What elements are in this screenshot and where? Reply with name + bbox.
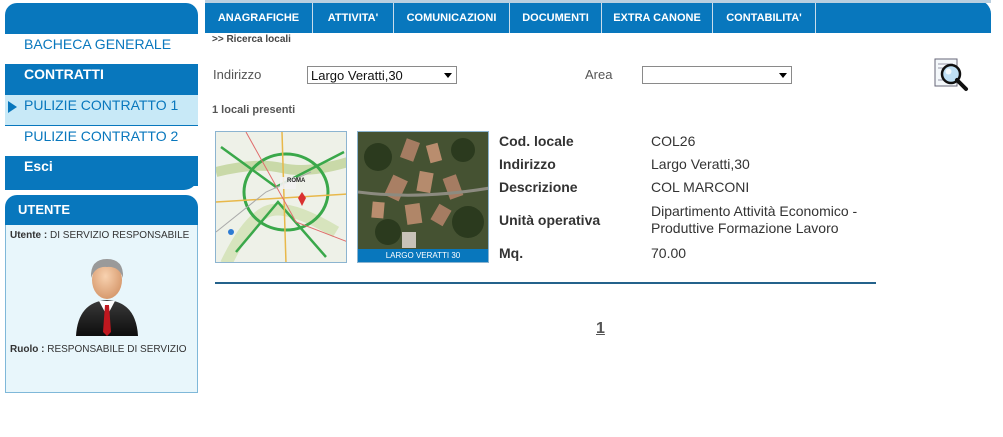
field-unita-operativa-value: Dipartimento Attività Economico - bbox=[651, 203, 858, 219]
aerial-photo bbox=[358, 132, 488, 262]
sidebar-item-label: CONTRATTI bbox=[24, 66, 104, 82]
breadcrumb[interactable]: >> Ricerca locali bbox=[212, 34, 291, 45]
sidebar-item-label: Esci bbox=[24, 158, 53, 174]
field-descrizione-label: Descrizione bbox=[499, 179, 578, 195]
sidebar-menu: BACHECA GENERALE CONTRATTI PULIZIE CONTR… bbox=[5, 34, 198, 190]
results-divider bbox=[215, 282, 876, 284]
user-name-line: Utente : DI SERVIZIO RESPONSABILE bbox=[10, 230, 189, 241]
field-indirizzo-value: Largo Veratti,30 bbox=[651, 156, 750, 172]
sidebar-item-bacheca-generale[interactable]: BACHECA GENERALE bbox=[5, 34, 198, 64]
results-count: 1 locali presenti bbox=[212, 104, 296, 116]
chevron-down-icon bbox=[444, 73, 452, 78]
sidebar-item-label: BACHECA GENERALE bbox=[24, 36, 172, 52]
indirizzo-select-value: Largo Veratti,30 bbox=[311, 68, 403, 83]
pagination-page-1[interactable]: 1 bbox=[596, 320, 605, 338]
sidebar-item-esci[interactable]: Esci bbox=[5, 156, 198, 186]
sidebar-item-contratti[interactable]: CONTRATTI bbox=[5, 64, 198, 94]
indirizzo-label: Indirizzo bbox=[213, 67, 262, 82]
field-unita-operativa-label: Unità operativa bbox=[499, 212, 601, 228]
area-label: Area bbox=[585, 67, 613, 82]
field-unita-operativa-value-2: Produttive Formazione Lavoro bbox=[651, 220, 839, 236]
location-map-thumbnail[interactable]: ROMA bbox=[215, 131, 347, 263]
nav-contabilita[interactable]: CONTABILITA' bbox=[713, 3, 816, 33]
nav-attivita[interactable]: ATTIVITA' bbox=[313, 3, 394, 33]
chevron-down-icon bbox=[779, 73, 787, 78]
triangle-right-icon bbox=[8, 101, 17, 113]
sidebar-item-label: PULIZIE CONTRATTO 1 bbox=[24, 97, 179, 113]
user-panel-title: UTENTE bbox=[5, 195, 198, 225]
field-indirizzo-label: Indirizzo bbox=[499, 156, 556, 172]
sidebar-item-pulizie-contratto-1[interactable]: PULIZIE CONTRATTO 1 bbox=[5, 95, 198, 125]
magnifier-icon[interactable] bbox=[933, 58, 969, 92]
user-panel: Utente : DI SERVIZIO RESPONSABILE Ruolo … bbox=[5, 225, 198, 393]
user-role-label: Ruolo : bbox=[10, 344, 45, 355]
nav-extra-canone[interactable]: EXTRA CANONE bbox=[602, 3, 713, 33]
area-select[interactable] bbox=[642, 66, 792, 84]
nav-anagrafiche[interactable]: ANAGRAFICHE bbox=[205, 3, 313, 33]
location-photo-thumbnail[interactable]: LARGO VERATTI 30 bbox=[357, 131, 489, 263]
nav-documenti[interactable]: DOCUMENTI bbox=[510, 3, 602, 33]
field-descrizione-value: COL MARCONI bbox=[651, 179, 750, 195]
sidebar-item-pulizie-contratto-2[interactable]: PULIZIE CONTRATTO 2 bbox=[5, 126, 198, 156]
indirizzo-select[interactable]: Largo Veratti,30 bbox=[307, 66, 457, 84]
field-mq-label: Mq. bbox=[499, 245, 524, 261]
field-cod-locale-value: COL26 bbox=[651, 133, 696, 149]
user-name-value: DI SERVIZIO RESPONSABILE bbox=[50, 230, 190, 241]
user-avatar-icon bbox=[76, 259, 138, 336]
sidebar-header bbox=[5, 3, 198, 34]
map-city-label: ROMA bbox=[287, 178, 306, 184]
user-role-line: Ruolo : RESPONSABILE DI SERVIZIO bbox=[10, 344, 187, 355]
photo-caption: LARGO VERATTI 30 bbox=[358, 249, 488, 262]
nav-comunicazioni[interactable]: COMUNICAZIONI bbox=[394, 3, 510, 33]
user-name-label: Utente : bbox=[10, 230, 48, 241]
sidebar-item-label: PULIZIE CONTRATTO 2 bbox=[24, 128, 179, 144]
field-cod-locale-label: Cod. locale bbox=[499, 133, 574, 149]
field-mq-value: 70.00 bbox=[651, 245, 687, 261]
map-image bbox=[216, 132, 346, 262]
user-role-value: RESPONSABILE DI SERVIZIO bbox=[47, 344, 187, 355]
